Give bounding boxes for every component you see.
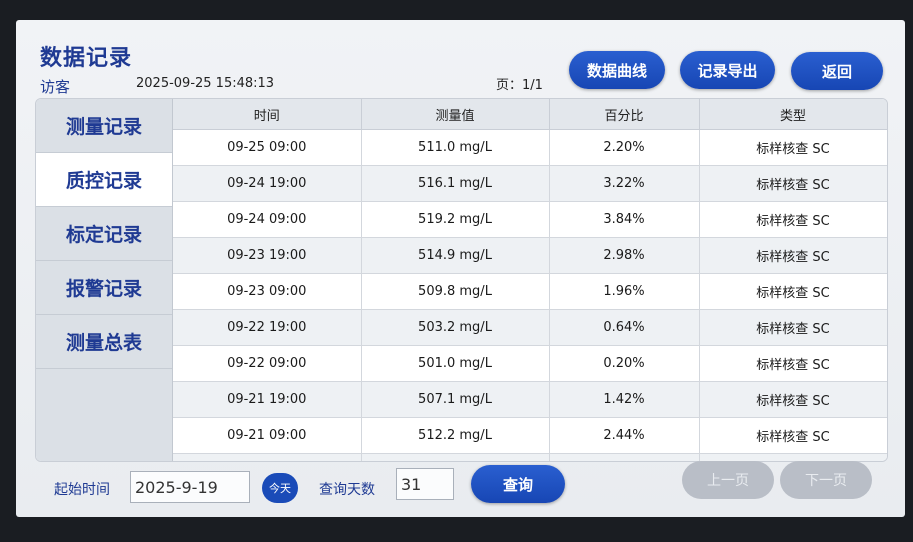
cell-percent: 1.96%	[549, 273, 700, 310]
cell-type: 标样核查 SC	[699, 345, 887, 382]
page-title: 数据记录	[40, 46, 133, 71]
cell-percent: 2.44%	[549, 417, 700, 454]
sidebar-item-qc[interactable]: 质控记录	[36, 153, 172, 207]
table-row[interactable]: 09-23 19:00 514.9 mg/L 2.98% 标样核查 SC	[173, 237, 887, 274]
cell-percent: 6.60%	[549, 453, 700, 461]
cell-time: 09-21 09:00	[173, 417, 362, 454]
query-days-input[interactable]: 31	[396, 468, 454, 500]
back-button[interactable]: 返回	[791, 52, 883, 90]
cell-time: 09-22 09:00	[173, 345, 362, 382]
table-row[interactable]: 09-24 09:00 519.2 mg/L 3.84% 标样核查 SC	[173, 201, 887, 238]
col-header-time: 时间	[173, 99, 362, 130]
cell-percent: 1.42%	[549, 381, 700, 418]
cell-time: 09-23 19:00	[173, 237, 362, 274]
cell-percent: 3.22%	[549, 165, 700, 202]
cell-type: 标样核查 SC	[699, 309, 887, 346]
cell-type: 标样核查 SC	[699, 453, 887, 461]
cell-type: 标样核查 SC	[699, 165, 887, 202]
table-row[interactable]: 09-21 19:00 507.1 mg/L 1.42% 标样核查 SC	[173, 381, 887, 418]
cell-percent: 2.20%	[549, 129, 700, 166]
cell-time: 09-23 09:00	[173, 273, 362, 310]
cell-time: 09-22 19:00	[173, 309, 362, 346]
table-row[interactable]: 09-22 19:00 503.2 mg/L 0.64% 标样核查 SC	[173, 309, 887, 346]
today-button[interactable]: 今天	[262, 473, 298, 503]
query-days-label: 查询天数	[319, 482, 375, 498]
table-row[interactable]: 09-23 09:00 509.8 mg/L 1.96% 标样核查 SC	[173, 273, 887, 310]
cell-value: 514.9 mg/L	[361, 237, 550, 274]
cell-value: 507.1 mg/L	[361, 381, 550, 418]
cell-value: 503.2 mg/L	[361, 309, 550, 346]
cell-value: 512.2 mg/L	[361, 417, 550, 454]
cell-value: 501.0 mg/L	[361, 345, 550, 382]
cell-time: 09-25 09:00	[173, 129, 362, 166]
cell-percent: 2.98%	[549, 237, 700, 274]
cell-time: 09-24 19:00	[173, 165, 362, 202]
screen: 数据记录 访客 2025-09-25 15:48:13 页：1/1 数据曲线 记…	[16, 20, 905, 517]
cell-type: 标样核查 SC	[699, 201, 887, 238]
page-indicator: 页：1/1	[496, 78, 543, 93]
cell-type: 标样核查 SC	[699, 237, 887, 274]
next-page-button[interactable]: 下一页	[780, 461, 872, 499]
cell-percent: 3.84%	[549, 201, 700, 238]
cell-type: 标样核查 SC	[699, 381, 887, 418]
cell-value: 511.0 mg/L	[361, 129, 550, 166]
cell-time: 09-21 19:00	[173, 381, 362, 418]
sidebar-item-measure[interactable]: 测量记录	[36, 99, 172, 153]
sidebar-item-summary[interactable]: 测量总表	[36, 315, 172, 369]
cell-value: 516.1 mg/L	[361, 165, 550, 202]
cell-value: 533.0 mg/L	[361, 453, 550, 461]
export-button[interactable]: 记录导出	[680, 51, 775, 89]
sidebar-item-alarm[interactable]: 报警记录	[36, 261, 172, 315]
table-row[interactable]: 09-24 19:00 516.1 mg/L 3.22% 标样核查 SC	[173, 165, 887, 202]
table-header-row: 时间 测量值 百分比 类型	[173, 99, 887, 130]
col-header-type: 类型	[699, 99, 887, 130]
records-panel: 测量记录 质控记录 标定记录 报警记录 测量总表 时间 测量值 百分比 类型 0…	[35, 98, 888, 462]
datetime: 2025-09-25 15:48:13	[136, 76, 275, 91]
records-table[interactable]: 时间 测量值 百分比 类型 09-25 09:00 511.0 mg/L 2.20%…	[173, 99, 887, 461]
prev-page-button[interactable]: 上一页	[682, 461, 774, 499]
cell-time: 09-24 09:00	[173, 201, 362, 238]
start-time-label: 起始时间	[54, 482, 110, 498]
user-label: 访客	[40, 78, 71, 96]
cell-percent: 0.64%	[549, 309, 700, 346]
table-row[interactable]: 09-22 09:00 501.0 mg/L 0.20% 标样核查 SC	[173, 345, 887, 382]
table-row[interactable]: 09-20 19:00533.0 mg/L6.60%标样核查 SC	[173, 453, 887, 461]
query-button[interactable]: 查询	[471, 465, 565, 503]
table-row[interactable]: 09-21 09:00 512.2 mg/L 2.44% 标样核查 SC	[173, 417, 887, 454]
col-header-percent: 百分比	[549, 99, 700, 130]
cell-value: 509.8 mg/L	[361, 273, 550, 310]
sidebar: 测量记录 质控记录 标定记录 报警记录 测量总表	[36, 99, 173, 461]
data-curve-button[interactable]: 数据曲线	[569, 51, 665, 89]
start-time-input[interactable]: 2025-9-19	[130, 471, 250, 503]
cell-type: 标样核查 SC	[699, 129, 887, 166]
cell-percent: 0.20%	[549, 345, 700, 382]
sidebar-item-calibration[interactable]: 标定记录	[36, 207, 172, 261]
col-header-value: 测量值	[361, 99, 550, 130]
cell-value: 519.2 mg/L	[361, 201, 550, 238]
table-row[interactable]: 09-25 09:00 511.0 mg/L 2.20% 标样核查 SC	[173, 129, 887, 166]
cell-time: 09-20 19:00	[173, 453, 362, 461]
cell-type: 标样核查 SC	[699, 417, 887, 454]
cell-type: 标样核查 SC	[699, 273, 887, 310]
